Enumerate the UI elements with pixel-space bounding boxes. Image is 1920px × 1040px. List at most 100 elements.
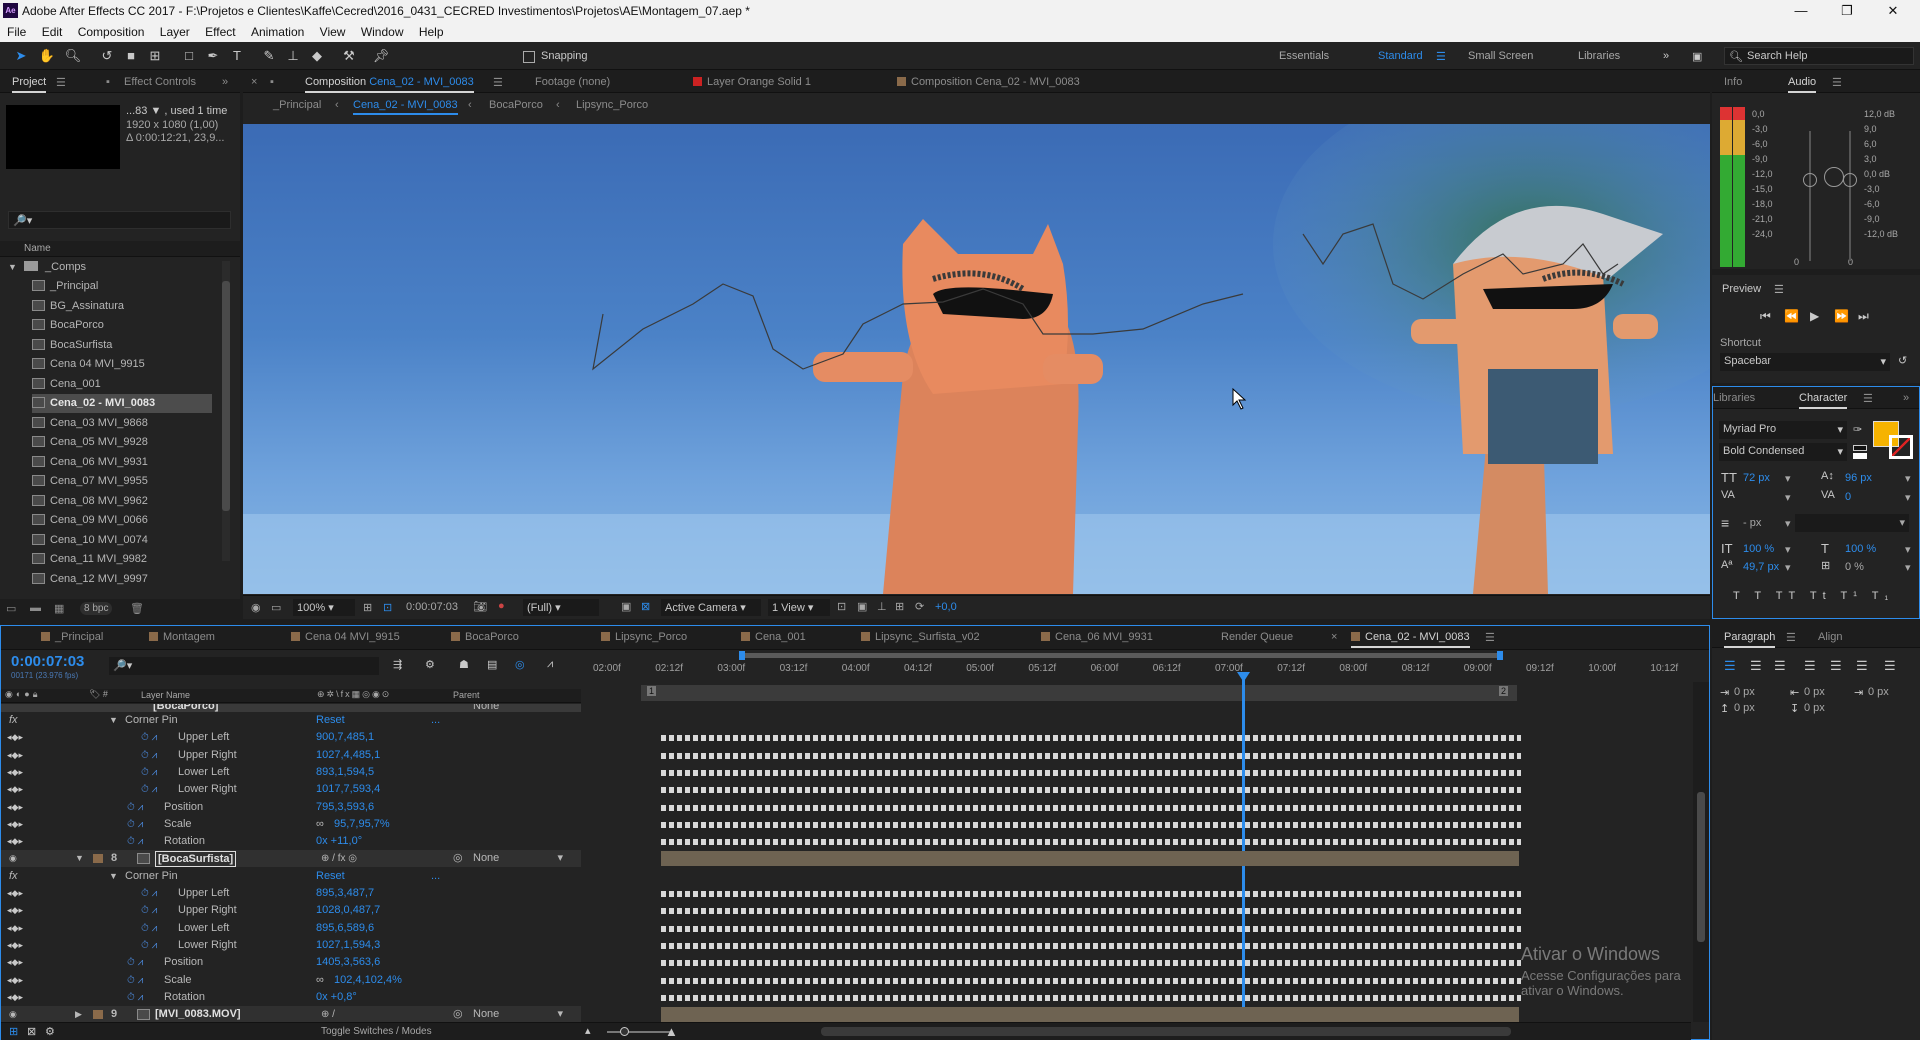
effect-row[interactable]: fx ▼ Corner Pin Reset... [1, 712, 581, 729]
project-item[interactable]: BocaSurfista [32, 336, 112, 355]
close-button[interactable]: ✕ [1870, 0, 1916, 22]
dropdown-chevron-icon[interactable]: ▾ [1905, 472, 1911, 485]
dropdown-chevron-icon[interactable]: ▾ [1785, 517, 1791, 530]
leading-value[interactable]: 96 px [1845, 472, 1872, 484]
tracking-value[interactable]: 0 [1845, 491, 1851, 503]
project-item[interactable]: Cena_03 MVI_9868 [32, 414, 148, 433]
tab-align[interactable]: Align [1818, 631, 1842, 643]
breadcrumb-cena02[interactable]: Cena_02 - MVI_0083 [353, 99, 458, 115]
timeline-tab[interactable]: Lipsync_Surfista_v02 [861, 631, 980, 643]
property-row[interactable]: ◂◆▸ ⏱︎ ⩘ Rotation 0x +0,8° [1, 989, 581, 1006]
bit-depth-button[interactable]: 8 bpc [80, 602, 113, 615]
keyframe-navigator-icon[interactable]: ◂◆▸ [7, 747, 23, 764]
dropdown-chevron-icon[interactable]: ▾ [1785, 561, 1791, 574]
panel-overflow-icon[interactable]: » [1903, 392, 1909, 404]
pick-whip-icon[interactable]: ◎ [453, 850, 463, 867]
region-of-interest-icon[interactable]: ⊡ [383, 601, 392, 614]
vertical-scale-value[interactable]: 100 % [1743, 543, 1774, 555]
timeline-menu-icon[interactable]: ☰ [1485, 631, 1495, 644]
menu-file[interactable]: File [7, 25, 26, 39]
reset-exposure-icon[interactable]: ⟳ [915, 600, 924, 613]
camera-dropdown[interactable]: Active Camera ▾ [661, 599, 761, 616]
marker-2[interactable]: 2 [1499, 686, 1509, 696]
keyframe-track[interactable] [581, 920, 1691, 937]
dropdown-chevron-icon[interactable]: ▾ [1785, 543, 1791, 556]
previous-frame-icon[interactable]: ⏪ [1784, 309, 1799, 323]
tab-audio[interactable]: Audio [1788, 76, 1817, 93]
white-swatch[interactable] [1853, 453, 1867, 459]
rotate-tool-icon[interactable]: ↺ [98, 47, 116, 65]
effect-controls-lock-icon[interactable]: ▪ [106, 76, 110, 88]
frame-blending-icon[interactable]: ▤ [487, 658, 497, 671]
timeline-tab[interactable]: Render Queue [1221, 631, 1293, 643]
justify-all-icon[interactable]: ☰ [1884, 658, 1896, 674]
play-icon[interactable]: ▶ [1810, 309, 1819, 323]
label-color-icon[interactable] [93, 854, 103, 864]
eraser-tool-icon[interactable]: ◆ [308, 47, 326, 65]
layer-row[interactable]: ◉ ▼ 8 [BocaSurfista] ⊕ / fx ◎ ◎ None ▾ [1, 850, 581, 868]
project-item[interactable]: Cena_08 MVI_9962 [32, 492, 148, 511]
dropdown-chevron-icon[interactable]: ▾ [1905, 561, 1911, 574]
always-preview-icon[interactable]: ◉ [251, 601, 261, 614]
property-value[interactable]: 895,6,589,6 [316, 920, 374, 937]
project-item[interactable]: Cena_10 MVI_0074 [32, 531, 148, 550]
zoom-tool-icon[interactable]: 🔍︎ [64, 47, 82, 65]
paragraph-menu-icon[interactable]: ☰ [1786, 631, 1796, 644]
black-swatch[interactable] [1853, 445, 1867, 451]
property-row[interactable]: ◂◆▸ ⏱︎ ⩘ Lower Left 893,1,594,5 [1, 764, 581, 781]
tab-layer[interactable]: Layer Orange Solid 1 [693, 76, 811, 88]
fast-draft-icon[interactable]: ▣ [857, 600, 867, 613]
property-value[interactable]: 1405,3,563,6 [316, 954, 380, 971]
last-frame-icon[interactable]: ⏭ [1858, 309, 1869, 324]
audio-slider-right-handle[interactable] [1843, 173, 1857, 187]
composition-viewer[interactable] [243, 124, 1710, 594]
keyframes[interactable] [661, 942, 1521, 949]
indent-first-value[interactable]: 0 px [1868, 686, 1889, 698]
zoom-in-icon[interactable]: ▲ [665, 1024, 678, 1039]
audio-menu-icon[interactable]: ☰ [1832, 76, 1842, 89]
timeline-tab[interactable]: BocaPorco [451, 631, 519, 643]
font-size-value[interactable]: 72 px [1743, 472, 1770, 484]
workspace-essentials[interactable]: Essentials [1279, 50, 1329, 62]
pen-tool-icon[interactable]: ✒ [204, 47, 222, 65]
more-workspaces-icon[interactable]: » [1663, 50, 1669, 62]
keyframe-navigator-icon[interactable]: ◂◆▸ [7, 816, 23, 833]
property-row[interactable]: ◂◆▸ ⏱︎ ⩘ Upper Right 1027,4,485,1 [1, 747, 581, 764]
keyframe-navigator-icon[interactable]: ◂◆▸ [7, 989, 23, 1006]
workspace-small-screen[interactable]: Small Screen [1468, 50, 1533, 62]
minimize-button[interactable]: — [1778, 0, 1824, 22]
audio-slider-track-right[interactable] [1849, 131, 1851, 261]
current-time-display[interactable]: 0:00:07:03 [11, 653, 84, 670]
expand-icon[interactable]: ▶ [75, 1006, 82, 1023]
timeline-tab[interactable]: Cena_02 - MVI_0083 [1351, 631, 1470, 648]
trash-icon[interactable]: 🗑︎ [130, 602, 144, 615]
layer-switches-icon[interactable]: ⊕ / [321, 1006, 335, 1023]
keyframe-navigator-icon[interactable]: ◂◆▸ [7, 781, 23, 798]
menu-edit[interactable]: Edit [42, 25, 63, 39]
workspace-standard[interactable]: Standard [1378, 50, 1423, 62]
dropdown-chevron-icon[interactable]: ▾ [1905, 543, 1911, 556]
property-value[interactable]: 1027,4,485,1 [316, 747, 380, 764]
keyframe-navigator-icon[interactable]: ◂◆▸ [7, 764, 23, 781]
keyframe-navigator-icon[interactable]: ◂◆▸ [7, 833, 23, 850]
restore-button[interactable]: ❐ [1824, 0, 1870, 22]
motion-blur-icon[interactable]: ◎ [515, 658, 525, 671]
keyframe-track[interactable] [581, 833, 1691, 850]
brush-tool-icon[interactable]: ✎ [260, 47, 278, 65]
property-row[interactable]: ◂◆▸ ⏱︎ ⩘ Position 1405,3,563,6 [1, 954, 581, 971]
viewer-timecode[interactable]: 0:00:07:03 [406, 601, 458, 613]
fast-previews-icon[interactable]: ▣ [621, 600, 631, 613]
navigator-start-handle[interactable] [739, 651, 745, 660]
comp-mini-flowchart-icon[interactable]: ⇶ [393, 658, 402, 671]
property-value[interactable]: 95,7,95,7% [334, 816, 390, 833]
layer-parent-dropdown[interactable]: None ▾ [473, 1006, 569, 1023]
breadcrumb-bocaporco[interactable]: BocaPorco [489, 99, 543, 111]
tab-paragraph[interactable]: Paragraph [1724, 631, 1776, 648]
zoom-dropdown[interactable]: 100% ▾ [293, 599, 355, 616]
stopwatch-icon[interactable]: ⏱︎ ⩘ [141, 885, 157, 902]
menu-layer[interactable]: Layer [160, 25, 190, 39]
project-menu-icon[interactable]: ☰ [56, 76, 66, 89]
workspace-libraries[interactable]: Libraries [1578, 50, 1620, 62]
align-center-icon[interactable]: ☰ [1750, 658, 1762, 674]
property-row[interactable]: ◂◆▸ ⏱︎ ⩘ Rotation 0x +11,0° [1, 833, 581, 850]
